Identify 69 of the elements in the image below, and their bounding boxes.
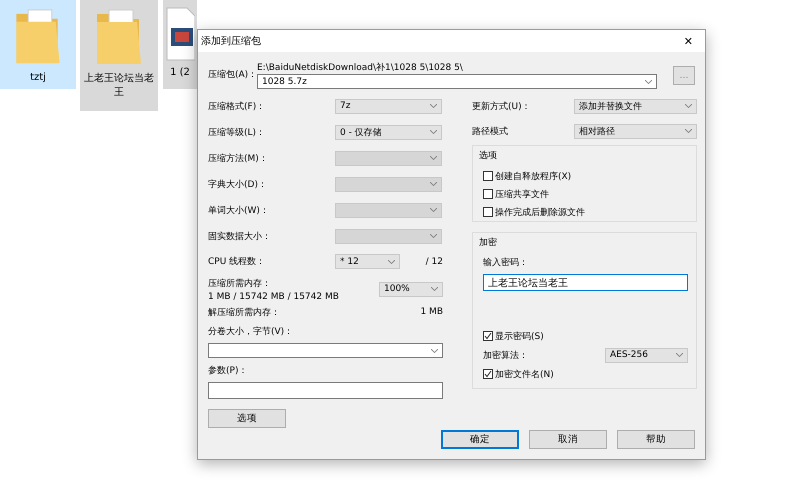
field-label: 压缩所需内存： [208,278,272,290]
caret-icon [430,104,437,108]
field-label: 参数(P)： [208,364,248,377]
parameters-field[interactable] [208,382,443,399]
checkbox[interactable] [483,369,493,379]
dialog-button[interactable]: 帮助 [617,430,695,449]
checkbox[interactable] [483,207,493,217]
memory-value: 1 MB [420,307,443,317]
desktop-icon-tile[interactable]: tztj [0,0,76,89]
field-label: 压缩等级(L)： [208,126,266,138]
dropdown[interactable]: 相对路径 [574,124,697,138]
caret-icon [430,130,437,134]
dropdown[interactable]: 7z [335,98,442,114]
checkbox[interactable] [483,171,493,181]
dropdown[interactable]: AES-256 [605,348,688,362]
desktop-icon-label: 1 (2 [169,66,191,80]
checkbox[interactable] [483,189,493,199]
thread-total: / 12 [426,256,443,266]
caret-icon [685,104,692,108]
desktop-icon-tile[interactable]: 上老王论坛当老王 [80,0,158,111]
archive-path: E:\BaiduNetdiskDownload\补1\1028 5\1028 5\ [257,62,464,74]
checkbox-label: 显示密码(S) [495,330,544,342]
close-button[interactable]: ✕ [676,34,701,48]
password-field[interactable]: 上老王论坛当老王 [483,274,688,291]
checkbox[interactable] [483,331,493,341]
field-label: 加密算法： [483,350,529,362]
volume-size-field[interactable] [208,343,443,358]
dropdown[interactable]: 100% [379,282,443,296]
checkbox-label: 压缩共享文件 [495,188,549,200]
caret-icon [388,260,395,264]
field-label: CPU 线程数： [208,256,266,268]
field-label: 压缩包(A)： [208,68,257,81]
options-button[interactable]: 选项 [208,409,286,428]
caret-icon [676,353,683,357]
field-label: 压缩方法(M)： [208,152,269,164]
group-title: 选项 [479,150,498,162]
field-label: 字典大小(D)： [208,178,268,190]
caret-icon [430,182,437,186]
dropdown[interactable]: 0 - 仅存储 [335,124,442,140]
field-label: 分卷大小，字节(V)： [208,326,294,338]
caret-icon [685,129,692,133]
group-title: 加密 [479,236,498,249]
field-label: 路径模式 [472,126,509,138]
checkbox-label: 操作完成后删除源文件 [495,206,585,218]
caret-icon [645,80,652,84]
dropdown[interactable]: * 12 [335,254,400,269]
checkbox-label: 创建自释放程序(X) [495,170,572,182]
caret-icon [430,234,437,238]
field-label: 输入密码： [483,256,529,269]
desktop-icon-label: 上老王论坛当老王 [83,72,155,100]
caret-icon [430,208,437,212]
field-label: 压缩格式(F)： [208,100,266,112]
desktop-icon-label: tztj [29,71,47,85]
field-label: 固实数据大小： [208,230,272,242]
video-file-icon [165,6,195,62]
dialog-button[interactable]: 取消 [529,430,607,449]
caret-icon [431,348,438,352]
caret-icon [431,287,438,291]
window-title: 添加到压缩包 [201,34,261,48]
dialog-button[interactable]: 确定 [441,430,519,449]
caret-icon [430,156,437,160]
memory-usage: 1 MB / 15742 MB / 15742 MB [208,292,340,302]
field-label: 单词大小(W)： [208,204,270,216]
archive-name-field[interactable]: 1028 5.7z [257,74,657,89]
dropdown[interactable]: 添加并替换文件 [574,98,697,114]
checkbox-label: 加密文件名(N) [495,368,554,380]
field-label: 解压缩所需内存： [208,306,280,318]
field-label: 更新方式(U)： [472,100,532,112]
desktop-icon-tile[interactable]: 1 (2 [163,0,197,89]
